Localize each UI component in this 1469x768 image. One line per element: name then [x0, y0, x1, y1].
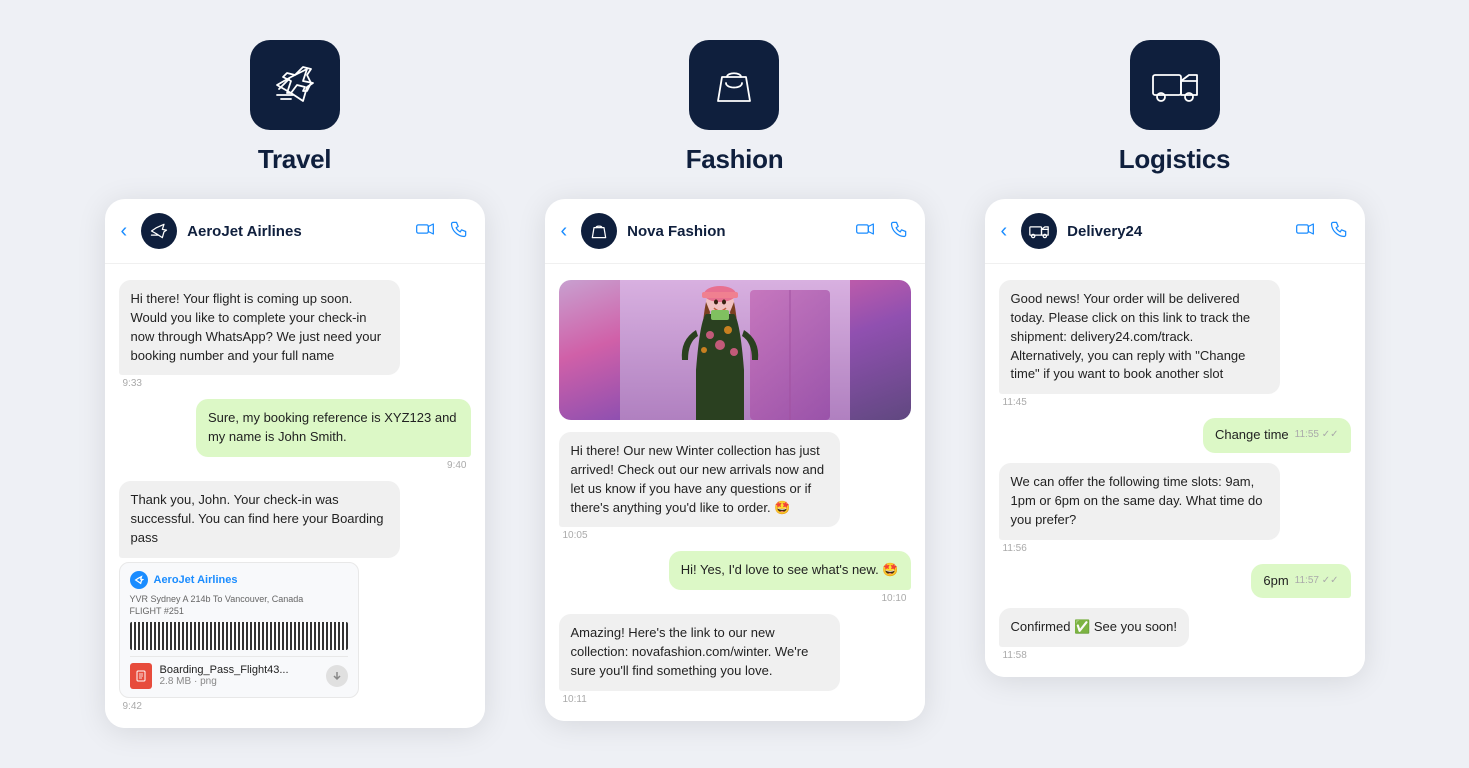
- download-icon: [331, 670, 343, 682]
- fashion-msg-3: Amazing! Here's the link to our new coll…: [559, 614, 841, 705]
- fashion-msg-2-time: 10:10: [877, 593, 910, 604]
- back-arrow-fashion[interactable]: ‹: [561, 220, 568, 243]
- travel-msg-2-time: 9:40: [443, 460, 470, 471]
- back-arrow-logistics[interactable]: ‹: [1001, 220, 1008, 243]
- travel-header: Travel: [250, 40, 340, 175]
- logistics-chat-body: Good news! Your order will be delivered …: [985, 264, 1365, 677]
- file-icon-pdf: [130, 663, 152, 689]
- file-name: Boarding_Pass_Flight43...: [160, 664, 318, 676]
- travel-chat-name: AeroJet Airlines: [187, 223, 404, 240]
- logistics-avatar: [1021, 213, 1057, 249]
- airplane-icon: [271, 61, 319, 109]
- travel-msg-2: Sure, my booking reference is XYZ123 and…: [196, 399, 471, 471]
- logistics-icon-box: [1130, 40, 1220, 130]
- logistics-chat-mockup: ‹ Delivery24: [985, 199, 1365, 677]
- fashion-avatar: [581, 213, 617, 249]
- travel-chat-mockup: ‹ AeroJet Airlines: [105, 199, 485, 728]
- travel-bubble-1: Hi there! Your flight is coming up soon.…: [119, 280, 401, 375]
- fashion-header: Fashion: [686, 40, 784, 175]
- fashion-chat-body: Hi there! Our new Winter collection has …: [545, 264, 925, 721]
- page-wrapper: Travel ‹ AeroJet Airlines: [35, 40, 1435, 728]
- fashion-bubble-3: Amazing! Here's the link to our new coll…: [559, 614, 841, 691]
- pdf-icon: [135, 670, 147, 682]
- file-info: Boarding_Pass_Flight43... 2.8 MB · png: [160, 664, 318, 687]
- logistics-msg-1: Good news! Your order will be delivered …: [999, 280, 1281, 408]
- travel-bubble-2: Sure, my booking reference is XYZ123 and…: [196, 399, 471, 457]
- aerojet-logo-small: [130, 571, 148, 589]
- travel-chat-body: Hi there! Your flight is coming up soon.…: [105, 264, 485, 728]
- fashion-column: Fashion ‹ Nova Fashion: [545, 40, 925, 721]
- logistics-bubble-3: We can offer the following time slots: 9…: [999, 463, 1281, 540]
- travel-msg-1: Hi there! Your flight is coming up soon.…: [119, 280, 401, 389]
- phone-call-icon-logistics[interactable]: [1329, 219, 1349, 244]
- video-call-icon-travel[interactable]: [415, 219, 435, 244]
- travel-msg-1-time: 9:33: [119, 378, 146, 389]
- logistics-msg-5: Confirmed ✅ See you soon! 11:58: [999, 608, 1281, 661]
- boarding-details: YVR Sydney A 214b To Vancouver, CanadaFL…: [130, 593, 348, 618]
- boarding-pass-card: AeroJet Airlines YVR Sydney A 214b To Va…: [119, 562, 359, 698]
- fashion-bubble-2: Hi! Yes, I'd love to see what's new. 🤩: [669, 551, 911, 590]
- logistics-column: Logistics ‹ Delivery24: [985, 40, 1365, 677]
- logistics-msg-4: 6pm 11:57 ✓✓: [1251, 564, 1350, 599]
- logistics-chat-header: ‹ Delivery24: [985, 199, 1365, 264]
- video-call-icon-fashion[interactable]: [855, 219, 875, 244]
- fashion-msg-1-time: 10:05: [559, 530, 592, 541]
- fashion-avatar-icon: [589, 221, 609, 241]
- logistics-header: Logistics: [1119, 40, 1230, 175]
- fashion-title: Fashion: [686, 144, 784, 175]
- fashion-icon-box: [689, 40, 779, 130]
- fashion-scene-svg: [620, 280, 850, 420]
- fashion-msg-3-time: 10:11: [559, 694, 591, 705]
- travel-avatar-icon: [149, 221, 169, 241]
- travel-msg-3: Thank you, John. Your check-in was succe…: [119, 481, 401, 712]
- fashion-bubble-1: Hi there! Our new Winter collection has …: [559, 432, 841, 527]
- logistics-bubble-5: Confirmed ✅ See you soon!: [999, 608, 1190, 647]
- boarding-card-header: AeroJet Airlines: [130, 571, 348, 589]
- fashion-chat-header: ‹ Nova Fashion: [545, 199, 925, 264]
- logistics-msg-2-time-check: 11:55 ✓✓: [1295, 428, 1339, 443]
- boarding-barcode: [130, 622, 348, 650]
- fashion-header-icons: [855, 219, 909, 244]
- logistics-msg-5-time: 11:58: [999, 650, 1031, 661]
- travel-msg-3-time: 9:42: [119, 701, 146, 712]
- phone-call-icon-travel[interactable]: [449, 219, 469, 244]
- logistics-bubble-1: Good news! Your order will be delivered …: [999, 280, 1281, 394]
- boarding-file-row: Boarding_Pass_Flight43... 2.8 MB · png: [130, 656, 348, 689]
- truck-icon: [1151, 61, 1199, 109]
- fashion-chat-mockup: ‹ Nova Fashion: [545, 199, 925, 721]
- travel-header-icons: [415, 219, 469, 244]
- file-size: 2.8 MB · png: [160, 676, 318, 687]
- logistics-avatar-icon: [1029, 221, 1049, 241]
- video-call-icon-logistics[interactable]: [1295, 219, 1315, 244]
- travel-chat-header: ‹ AeroJet Airlines: [105, 199, 485, 264]
- travel-icon-box: [250, 40, 340, 130]
- logistics-msg-1-time: 11:45: [999, 397, 1031, 408]
- logistics-title: Logistics: [1119, 144, 1230, 175]
- logistics-chat-name: Delivery24: [1067, 223, 1284, 240]
- travel-avatar: [141, 213, 177, 249]
- aerojet-mini-icon: [134, 575, 144, 585]
- logistics-msg-2: Change time 11:55 ✓✓: [1203, 418, 1351, 453]
- back-arrow-travel[interactable]: ‹: [121, 220, 128, 243]
- shopping-bag-icon: [710, 61, 758, 109]
- logistics-msg-4-time-check: 11:57 ✓✓: [1295, 574, 1339, 589]
- fashion-msg-1: Hi there! Our new Winter collection has …: [559, 432, 841, 541]
- fashion-scene: [559, 280, 911, 420]
- logistics-bubble-4: 6pm 11:57 ✓✓: [1251, 564, 1350, 599]
- fashion-product-image: [559, 280, 911, 420]
- logistics-msg-3: We can offer the following time slots: 9…: [999, 463, 1281, 554]
- logistics-msg-3-time: 11:56: [999, 543, 1031, 554]
- travel-title: Travel: [258, 144, 331, 175]
- download-button[interactable]: [326, 665, 348, 687]
- logistics-bubble-2: Change time 11:55 ✓✓: [1203, 418, 1351, 453]
- logistics-header-icons: [1295, 219, 1349, 244]
- fashion-msg-2: Hi! Yes, I'd love to see what's new. 🤩 1…: [669, 551, 911, 604]
- boarding-airline-name: AeroJet Airlines: [154, 574, 238, 586]
- travel-column: Travel ‹ AeroJet Airlines: [105, 40, 485, 728]
- travel-bubble-3: Thank you, John. Your check-in was succe…: [119, 481, 401, 558]
- fashion-chat-name: Nova Fashion: [627, 223, 844, 240]
- phone-call-icon-fashion[interactable]: [889, 219, 909, 244]
